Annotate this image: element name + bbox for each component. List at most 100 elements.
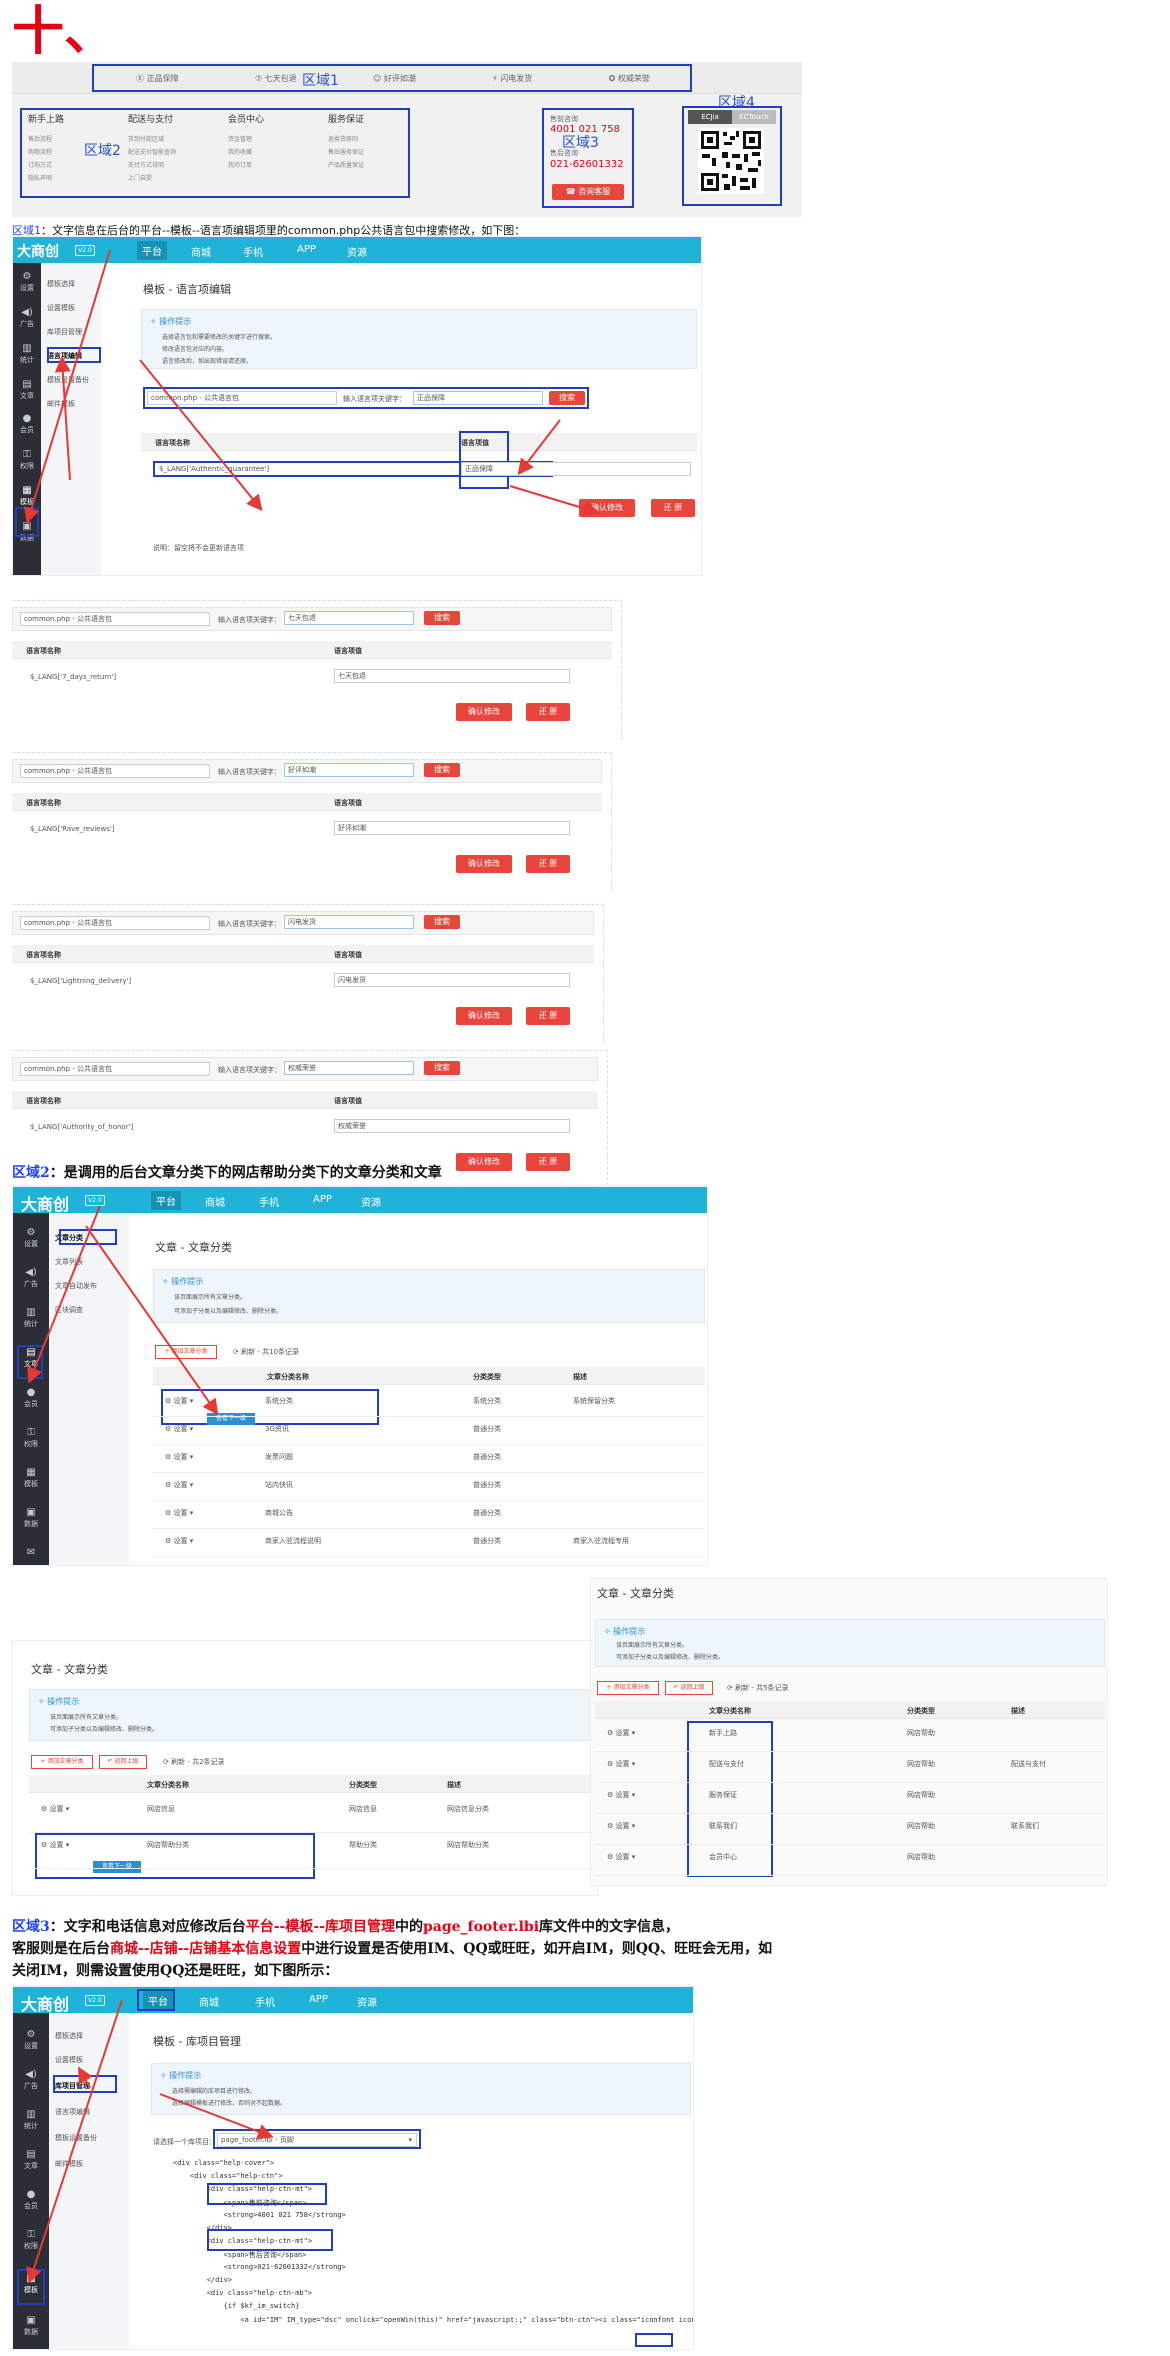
search-button[interactable]: 搜索: [549, 391, 585, 405]
setting-dropdown[interactable]: ⚙ 设置 ▾: [607, 1821, 635, 1831]
sub-template-select[interactable]: 模板选择: [47, 279, 75, 289]
setting-dropdown[interactable]: ⚙ 设置 ▾: [41, 1840, 69, 1850]
confirm-button[interactable]: 确认修改: [456, 1153, 512, 1171]
nav-permission[interactable]: ⚿ 权限: [13, 1427, 49, 1449]
nav-template[interactable]: ▦ 模板: [13, 1467, 49, 1489]
nav-settings[interactable]: ⚙ 设置: [13, 2029, 49, 2051]
sub-article-list[interactable]: 文章列表: [55, 1257, 83, 1267]
tab-resource[interactable]: 资源: [361, 1194, 381, 1209]
setting-dropdown[interactable]: ⚙ 设置 ▾: [165, 1508, 193, 1518]
tab-app[interactable]: APP: [313, 1194, 332, 1205]
help-link[interactable]: 配送支付智能查询: [128, 146, 224, 159]
setting-dropdown[interactable]: ⚙ 设置 ▾: [165, 1452, 193, 1462]
nav-data[interactable]: ▣ 数据: [13, 1507, 49, 1529]
lang-pack-select[interactable]: common.php - 公共语言包: [20, 612, 210, 626]
tab-platform[interactable]: 平台: [137, 241, 167, 260]
tab-app[interactable]: APP: [297, 244, 316, 255]
back-button[interactable]: ↶ 返回上级: [665, 1681, 713, 1695]
help-link[interactable]: 我的订单: [228, 159, 324, 172]
nav-data[interactable]: ▣ 数据: [13, 2315, 49, 2337]
lang-pack-select[interactable]: common.php - 公共语言包: [147, 391, 337, 405]
search-button[interactable]: 搜索: [424, 611, 460, 625]
consult-button[interactable]: ☎ 咨询客服: [552, 184, 624, 200]
nav-permission[interactable]: ⚿ 权限: [13, 449, 41, 471]
nav-ads[interactable]: ◀) 广告: [13, 1267, 49, 1289]
setting-dropdown[interactable]: ⚙ 设置 ▾: [165, 1536, 193, 1546]
setting-dropdown[interactable]: ⚙ 设置 ▾: [607, 1759, 635, 1769]
sub-lang-edit[interactable]: 语言项编辑: [55, 2107, 90, 2117]
nav-ads[interactable]: ◀) 广告: [13, 2069, 49, 2091]
entry-value-input[interactable]: 好评如潮: [334, 821, 570, 835]
confirm-button[interactable]: 确认修改: [456, 1007, 512, 1025]
help-link[interactable]: 支付方式说明: [128, 159, 224, 172]
nav-member[interactable]: ● 会员: [13, 2189, 49, 2211]
tab-mall[interactable]: 商城: [205, 1194, 225, 1209]
tab-resource[interactable]: 资源: [347, 244, 367, 259]
keyword-input[interactable]: 闪电发货: [284, 915, 414, 929]
keyword-input[interactable]: 权威荣誉: [284, 1061, 414, 1075]
nav-article[interactable]: ▤ 文章: [13, 379, 41, 401]
sub-survey[interactable]: 区块调查: [55, 1305, 83, 1315]
tab-mall[interactable]: 商城: [199, 1994, 219, 2009]
setting-dropdown[interactable]: ⚙ 设置 ▾: [607, 1790, 635, 1800]
help-link[interactable]: 隐私声明: [28, 172, 124, 185]
sub-auto-publish[interactable]: 文章自动发布: [55, 1281, 97, 1291]
sub-backup[interactable]: 模板设置备份: [55, 2133, 97, 2143]
nav-settings[interactable]: ⚙ 设置: [13, 1227, 49, 1249]
tab-mobile[interactable]: 手机: [259, 1194, 279, 1209]
nav-stats[interactable]: ▥ 统计: [13, 343, 41, 365]
nav-stats[interactable]: ▥ 统计: [13, 2109, 49, 2131]
setting-dropdown[interactable]: ⚙ 设置 ▾: [607, 1852, 635, 1862]
confirm-button[interactable]: 确认修改: [579, 499, 635, 517]
tab-mobile[interactable]: 手机: [255, 1994, 275, 2009]
lang-pack-select[interactable]: common.php - 公共语言包: [20, 1062, 210, 1076]
confirm-button[interactable]: 确认修改: [456, 703, 512, 721]
setting-dropdown[interactable]: ⚙ 设置 ▾: [165, 1424, 193, 1434]
help-link[interactable]: 我的收藏: [228, 146, 324, 159]
restore-button[interactable]: 还 原: [526, 703, 570, 721]
nav-template[interactable]: ▦ 模板: [13, 485, 41, 507]
entry-value-input[interactable]: 权威荣誉: [334, 1119, 570, 1133]
search-button[interactable]: 搜索: [424, 1061, 460, 1075]
confirm-button[interactable]: 确认修改: [456, 855, 512, 873]
keyword-input[interactable]: 正品保障: [413, 391, 543, 405]
keyword-input[interactable]: 好评如潮: [284, 763, 414, 777]
help-link[interactable]: 上门自提: [128, 172, 224, 185]
tab-platform[interactable]: 平台: [151, 1191, 181, 1210]
setting-dropdown[interactable]: ⚙ 设置 ▾: [165, 1480, 193, 1490]
add-category-button[interactable]: + 添加文章分类: [31, 1755, 93, 1769]
sub-template-set[interactable]: 设置模板: [47, 303, 75, 313]
setting-dropdown[interactable]: ⚙ 设置 ▾: [41, 1804, 69, 1814]
tab-app[interactable]: APP: [309, 1994, 328, 2005]
tab-mobile[interactable]: 手机: [243, 244, 263, 259]
sub-template-select[interactable]: 模板选择: [55, 2031, 83, 2041]
restore-button[interactable]: 还 原: [526, 855, 570, 873]
search-button[interactable]: 搜索: [424, 763, 460, 777]
restore-button[interactable]: 还 原: [526, 1007, 570, 1025]
lang-pack-select[interactable]: common.php - 公共语言包: [20, 916, 210, 930]
nav-permission[interactable]: ⚿ 权限: [13, 2229, 49, 2251]
refresh-link[interactable]: ⟳ 刷新 - 共5条记录: [727, 1683, 789, 1693]
entry-value-input[interactable]: 闪电发货: [334, 973, 570, 987]
entry-value-input[interactable]: 正品保障: [461, 462, 691, 476]
refresh-link[interactable]: ⟳ 刷新 - 共2条记录: [163, 1757, 225, 1767]
add-category-button[interactable]: + 添加文章分类: [155, 1345, 217, 1359]
sub-backup[interactable]: 模板设置备份: [47, 375, 89, 385]
sub-template-set[interactable]: 设置模板: [55, 2055, 83, 2065]
nav-stats[interactable]: ▥ 统计: [13, 1307, 49, 1329]
setting-dropdown[interactable]: ⚙ 设置 ▾: [165, 1396, 193, 1406]
help-link[interactable]: 订购方式: [28, 159, 124, 172]
restore-button[interactable]: 还 原: [526, 1153, 570, 1171]
nav-ads[interactable]: ◀) 广告: [13, 307, 41, 329]
nav-settings[interactable]: ⚙ 设置: [13, 271, 41, 293]
restore-button[interactable]: 还 原: [651, 499, 695, 517]
tab-ectouch[interactable]: ECTouch: [732, 110, 776, 124]
tab-mall[interactable]: 商城: [191, 244, 211, 259]
help-link[interactable]: 售后服务保证: [328, 146, 424, 159]
nav-article[interactable]: ▤ 文章: [13, 2149, 49, 2171]
lang-pack-select[interactable]: common.php - 公共语言包: [20, 764, 210, 778]
help-link[interactable]: 退换货原则: [328, 133, 424, 146]
setting-dropdown[interactable]: ⚙ 设置 ▾: [607, 1728, 635, 1738]
tab-ecjia[interactable]: ECJia: [688, 110, 732, 124]
back-button[interactable]: ↶ 返回上级: [99, 1755, 147, 1769]
